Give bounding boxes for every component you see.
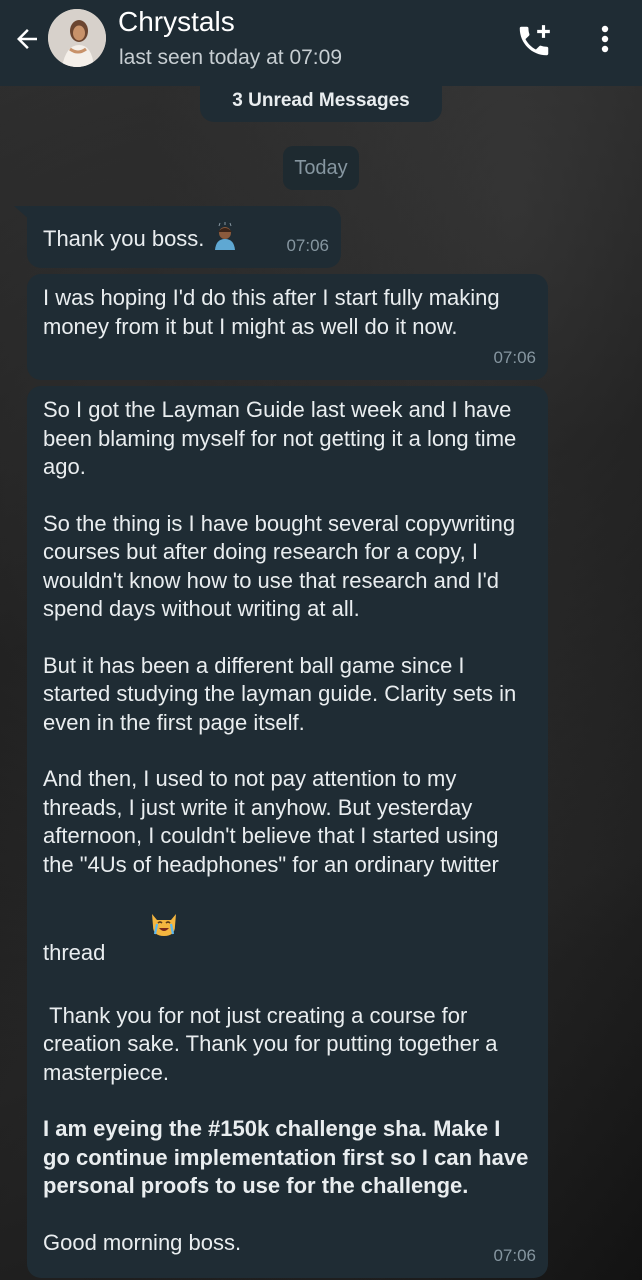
chat-header: Chrystals last seen today at 07:09 (0, 0, 642, 86)
message-paragraph: Good morning boss. (43, 1229, 242, 1255)
more-vert-icon[interactable] (595, 22, 615, 60)
message-bubble[interactable]: Thank you boss. 07:06 (27, 206, 341, 268)
avatar[interactable] (48, 9, 106, 67)
message-bubble[interactable]: I was hoping I'd do this after I start f… (27, 274, 548, 380)
message-paragraph: Thank you for not just creating a course… (43, 1002, 504, 1085)
message-paragraph: But it has been a different ball game si… (43, 652, 523, 735)
date-divider: Today (283, 146, 359, 190)
message-time: 07:06 (493, 347, 536, 367)
last-seen-status: last seen today at 07:09 (119, 46, 342, 69)
message-text: Thank you boss. (43, 226, 205, 251)
back-arrow-icon[interactable] (10, 22, 44, 56)
message-text: I was hoping I'd do this after I start f… (43, 285, 500, 339)
message-time: 07:06 (493, 1245, 536, 1265)
message-paragraph: So I got the Layman Guide last week and … (43, 397, 523, 479)
crying-cat-emoji (111, 879, 180, 974)
contact-name[interactable]: Chrystals (118, 6, 235, 38)
person-bowing-emoji (210, 222, 240, 260)
unread-messages-banner: 3 Unread Messages (200, 80, 442, 122)
message-paragraph-bold: I am eyeing the #150k challenge sha. Mak… (43, 1116, 535, 1198)
message-bubble[interactable]: So I got the Layman Guide last week and … (27, 386, 548, 1278)
message-time: 07:06 (286, 235, 329, 255)
add-call-icon[interactable] (515, 22, 553, 60)
message-paragraph-with-emoji: And then, I used to not pay attention to… (43, 765, 532, 974)
message-paragraph: So the thing is I have bought several co… (43, 510, 522, 622)
